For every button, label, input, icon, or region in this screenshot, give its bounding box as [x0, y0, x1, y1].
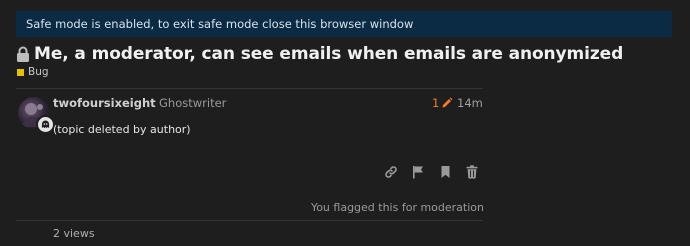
post-body: (topic deleted by author)	[53, 123, 191, 136]
trash-icon	[466, 165, 478, 179]
topic-title[interactable]: Me, a moderator, can see emails when ema…	[34, 44, 623, 64]
topic-title-row: Me, a moderator, can see emails when ema…	[16, 44, 623, 64]
pencil-icon	[442, 97, 453, 108]
post-age[interactable]: 14m	[457, 96, 483, 110]
views-count: 2 views	[53, 227, 95, 240]
edit-count: 1	[432, 96, 440, 110]
post-username[interactable]: twofoursixeight	[53, 96, 156, 110]
user-title: Ghostwriter	[159, 96, 227, 110]
post-top-divider	[16, 88, 483, 89]
flag-icon	[413, 166, 423, 179]
flag-button[interactable]	[409, 163, 427, 181]
delete-button[interactable]	[463, 163, 481, 181]
post-bottom-divider	[16, 220, 483, 221]
topic-page: Safe mode is enabled, to exit safe mode …	[0, 0, 690, 246]
lock-icon	[16, 46, 30, 62]
flag-notice: You flagged this for moderation	[310, 201, 484, 214]
category-badge[interactable]: Bug	[17, 66, 49, 78]
safe-mode-banner: Safe mode is enabled, to exit safe mode …	[16, 11, 672, 37]
bookmark-button[interactable]	[436, 163, 454, 181]
copy-link-button[interactable]	[382, 163, 400, 181]
link-icon	[385, 166, 397, 178]
bookmark-icon	[441, 166, 449, 178]
category-label: Bug	[28, 66, 49, 78]
category-color-swatch	[17, 68, 24, 76]
edit-history-button[interactable]: 1	[432, 96, 453, 110]
